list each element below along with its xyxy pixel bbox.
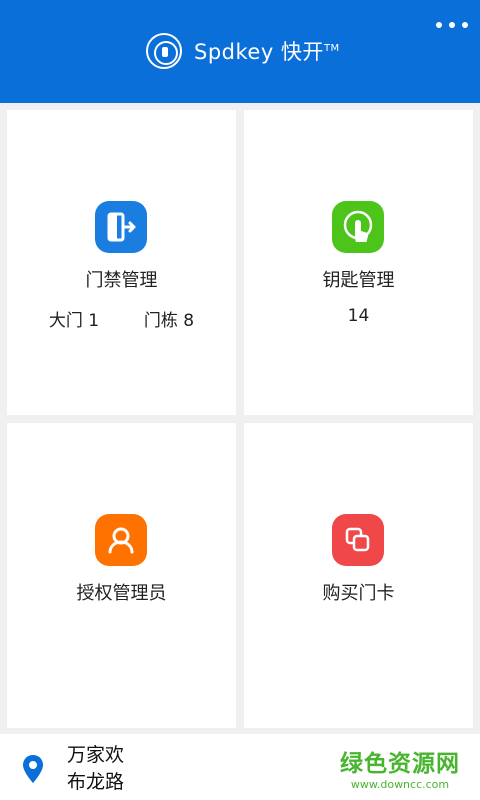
app-header: Spdkey 快开TM xyxy=(0,0,480,103)
tile-label-authorize-admin: 授权管理员 xyxy=(76,583,167,604)
more-horizontal-icon-dot xyxy=(462,22,468,28)
app-logo: Spdkey 快开TM xyxy=(146,33,340,69)
watermark-url: www.downcc.com xyxy=(350,778,450,791)
tile-label-key-management: 钥匙管理 xyxy=(322,270,395,291)
more-horizontal-icon xyxy=(436,22,442,28)
address-line-2: 布龙路 xyxy=(67,771,125,793)
touch-hand-icon xyxy=(332,201,384,253)
tile-label-buy-door-card: 购买门卡 xyxy=(322,583,395,604)
lock-circle-logo-icon xyxy=(146,33,182,69)
more-options-button[interactable] xyxy=(436,18,468,32)
building-door-count: 门栋 8 xyxy=(143,311,195,331)
cards-icon xyxy=(332,514,384,566)
more-horizontal-icon-dot xyxy=(449,22,455,28)
trademark-mark: TM xyxy=(323,43,340,54)
tile-label-access-control: 门禁管理 xyxy=(85,270,158,291)
key-count: 14 xyxy=(347,306,370,326)
tile-key-management[interactable]: 钥匙管理 14 xyxy=(244,110,473,415)
door-exit-icon xyxy=(95,201,147,253)
watermark-main: 绿色资源网 xyxy=(340,751,460,777)
tile-access-control[interactable]: 门禁管理 大门 1 门栋 8 xyxy=(7,110,236,415)
access-control-counts: 大门 1 门栋 8 xyxy=(7,306,236,331)
tile-authorize-admin[interactable]: 授权管理员 xyxy=(7,423,236,728)
location-bar[interactable]: 万家欢 布龙路 绿色资源网 www.downcc.com xyxy=(0,734,480,800)
address-text: 万家欢 布龙路 xyxy=(67,742,124,796)
person-icon xyxy=(95,514,147,566)
watermark: 绿色资源网 www.downcc.com xyxy=(340,744,460,791)
location-pin-icon xyxy=(22,754,44,788)
app-title: Spdkey 快开 xyxy=(194,40,324,64)
gate-count: 大门 1 xyxy=(48,311,100,331)
address-line-1: 万家欢 xyxy=(67,744,125,766)
tile-buy-door-card[interactable]: 购买门卡 xyxy=(244,423,473,728)
